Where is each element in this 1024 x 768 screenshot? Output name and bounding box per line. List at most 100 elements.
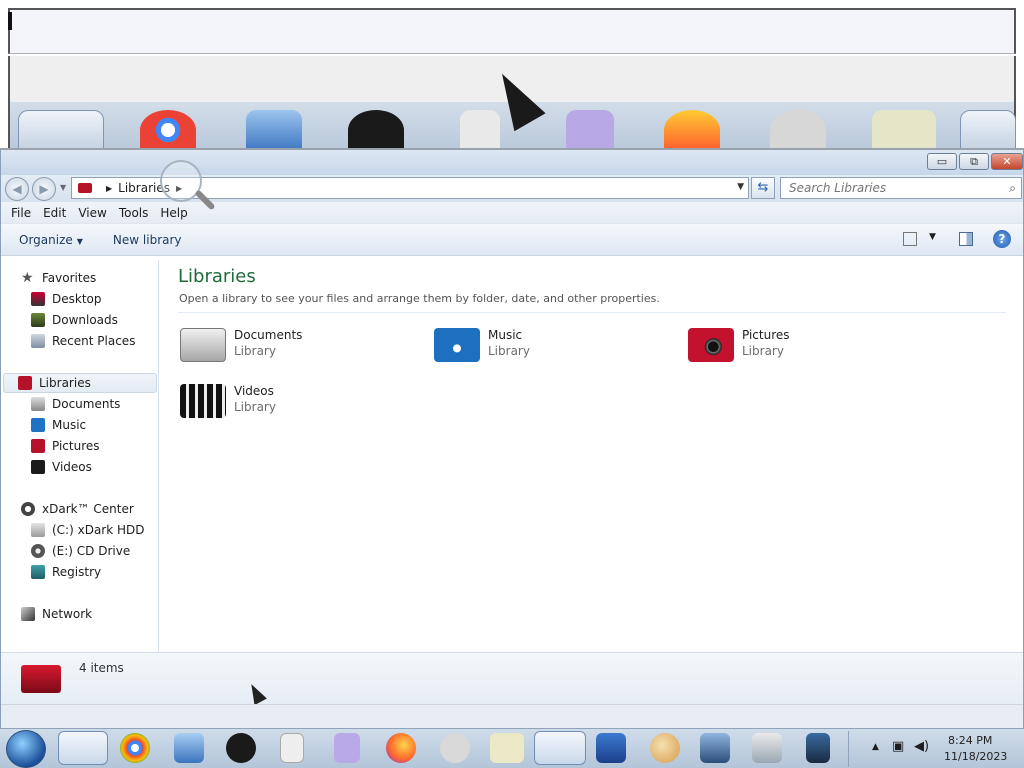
firefox-icon[interactable]	[386, 733, 416, 763]
app-icon[interactable]	[334, 733, 360, 763]
taskbar-app-archive[interactable]	[58, 731, 108, 765]
page-title: Libraries	[178, 266, 256, 287]
nav-favorites[interactable]: ★ Favorites	[21, 268, 96, 288]
libraries-icon	[18, 376, 32, 390]
zoomed-app-icon	[246, 110, 302, 148]
title-bar[interactable]: ▭ ⧉ ✕	[1, 150, 1023, 175]
nav-e-drive[interactable]: (E:) CD Drive	[31, 541, 130, 561]
preview-pane-icon[interactable]	[959, 232, 973, 246]
close-button[interactable]: ✕	[991, 153, 1023, 170]
library-name: Music	[488, 328, 523, 342]
history-dropdown-icon[interactable]: ▼	[60, 183, 66, 192]
nav-music[interactable]: Music	[31, 415, 86, 435]
clock-time[interactable]: 8:24 PM	[948, 734, 992, 747]
magnifier-view	[0, 0, 1024, 150]
nav-downloads-label: Downloads	[52, 313, 118, 327]
registry-icon	[31, 565, 45, 579]
nav-favorites-label: Favorites	[42, 271, 97, 285]
back-button[interactable]: ◀	[5, 177, 29, 201]
address-dropdown-icon[interactable]: ▼	[737, 182, 744, 192]
library-type: Library	[488, 344, 530, 358]
hxd-icon[interactable]	[490, 733, 524, 763]
item-count: 4 items	[79, 661, 124, 675]
menu-tools[interactable]: Tools	[113, 206, 155, 220]
content-pane: Libraries Open a library to see your fil…	[160, 260, 1023, 652]
menu-edit[interactable]: Edit	[37, 206, 72, 220]
menu-file[interactable]: File	[5, 206, 37, 220]
taskbar-app-explorer[interactable]	[534, 731, 586, 765]
help-icon[interactable]: ?	[993, 230, 1011, 248]
zoomed-app-icon	[872, 110, 936, 148]
organize-button[interactable]: Organize ▼	[19, 233, 83, 247]
network-status-icon[interactable]: ▣	[892, 739, 904, 754]
library-name: Documents	[234, 328, 303, 342]
search-box[interactable]: ⌕	[780, 177, 1022, 199]
nav-network[interactable]: Network	[21, 604, 92, 624]
nav-c-drive[interactable]: (C:) xDark HDD	[31, 520, 145, 540]
app-icon[interactable]	[752, 733, 782, 763]
library-type: Library	[234, 400, 276, 414]
show-hidden-icons-icon[interactable]: ▲	[872, 742, 879, 752]
window-body: ★ Favorites Desktop Downloads Recent Plac…	[1, 260, 1023, 652]
search-input[interactable]	[781, 178, 991, 198]
nav-videos[interactable]: Videos	[31, 457, 92, 477]
view-options-dropdown-icon[interactable]: ▼	[929, 232, 936, 242]
chrome-icon[interactable]	[120, 733, 150, 763]
app-icon[interactable]	[226, 733, 256, 763]
downloads-icon	[31, 313, 45, 327]
nav-libraries[interactable]: Libraries	[3, 373, 157, 393]
menu-view[interactable]: View	[72, 206, 112, 220]
library-videos[interactable]: Videos Library	[180, 380, 420, 424]
nav-recent-places-label: Recent Places	[52, 334, 136, 348]
app-icon[interactable]	[440, 733, 470, 763]
cd-drive-icon	[31, 544, 45, 558]
app-icon[interactable]	[174, 733, 204, 763]
search-icon[interactable]: ⌕	[1009, 181, 1016, 196]
zoomed-app-icon	[770, 110, 826, 148]
breadcrumb-arrow-icon[interactable]: ▶	[106, 184, 112, 193]
solitaire-icon[interactable]	[280, 733, 304, 763]
zoomed-firefox-icon	[664, 110, 720, 148]
library-name: Pictures	[742, 328, 790, 342]
library-music[interactable]: Music Library	[434, 324, 674, 368]
nav-desktop[interactable]: Desktop	[31, 289, 102, 309]
system-tray: ▲ ▣ ◀) 8:24 PM 11/18/2023	[868, 729, 1024, 768]
app-icon[interactable]	[596, 733, 626, 763]
volume-icon[interactable]: ◀)	[914, 739, 929, 754]
command-bar: Organize ▼ New library ▼ ?	[1, 224, 1023, 256]
app-icon[interactable]	[806, 733, 830, 763]
network-icon	[21, 607, 35, 621]
nav-registry[interactable]: Registry	[31, 562, 101, 582]
computer-icon	[21, 502, 35, 516]
taskbar: ▲ ▣ ◀) 8:24 PM 11/18/2023	[0, 728, 1024, 768]
documents-icon	[31, 397, 45, 411]
nav-pictures[interactable]: Pictures	[31, 436, 100, 456]
maximize-button[interactable]: ⧉	[959, 153, 989, 170]
change-view-icon[interactable]	[903, 232, 917, 246]
library-pictures[interactable]: Pictures Library	[688, 324, 928, 368]
forward-button[interactable]: ▶	[32, 177, 56, 201]
minimize-button[interactable]: ▭	[927, 153, 957, 170]
refresh-button[interactable]: ⇆	[751, 177, 775, 199]
nav-recent-places[interactable]: Recent Places	[31, 331, 135, 351]
zoomed-app-icon	[460, 110, 500, 148]
library-type: Library	[234, 344, 276, 358]
nav-documents-label: Documents	[52, 397, 121, 411]
zoomed-app-icon	[348, 110, 404, 148]
library-documents[interactable]: Documents Library	[180, 324, 420, 368]
app-icon[interactable]	[700, 733, 730, 763]
navigation-pane: ★ Favorites Desktop Downloads Recent Plac…	[1, 260, 159, 652]
library-name: Videos	[234, 384, 274, 398]
clock-date[interactable]: 11/18/2023	[944, 750, 1007, 763]
new-library-button[interactable]: New library	[113, 233, 182, 247]
videos-icon	[31, 460, 45, 474]
nav-documents[interactable]: Documents	[31, 394, 120, 414]
nav-downloads[interactable]: Downloads	[31, 310, 118, 330]
start-button[interactable]	[6, 730, 46, 768]
hard-drive-icon	[31, 523, 45, 537]
nav-network-label: Network	[42, 607, 93, 621]
nav-xdark-center[interactable]: xDark™ Center	[21, 499, 134, 519]
menu-help[interactable]: Help	[154, 206, 193, 220]
zoomed-active-app-icon	[18, 110, 104, 148]
paint-icon[interactable]	[650, 733, 680, 763]
